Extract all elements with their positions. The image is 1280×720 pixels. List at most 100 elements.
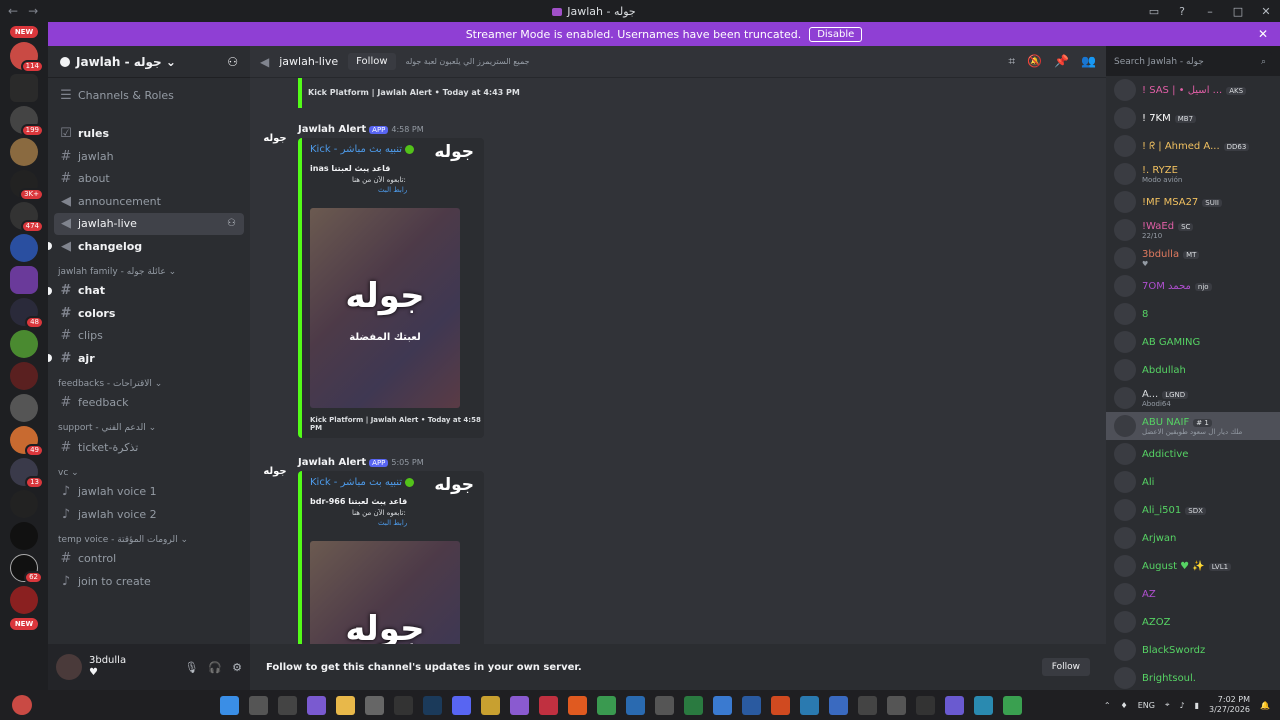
new-pill[interactable]: NEW [9, 618, 39, 630]
mute-icon[interactable]: 🔕 [1027, 54, 1042, 69]
network-icon[interactable]: ⌖ [1165, 700, 1170, 710]
voice-channel-1[interactable]: ♪ jawlah voice 1 [54, 481, 244, 504]
inbox-icon[interactable]: ▭ [1140, 5, 1168, 18]
category-family[interactable]: jawlah family - عائلة جوله ⌄ [48, 258, 250, 280]
author-name[interactable]: Jawlah Alert [298, 124, 366, 135]
app-icon[interactable] [655, 695, 674, 715]
member-item[interactable]: Addictive [1106, 440, 1280, 468]
store-icon[interactable] [742, 695, 761, 715]
file-explorer-icon[interactable] [336, 695, 355, 715]
avatar[interactable] [1114, 527, 1136, 549]
channel-about[interactable]: # about [54, 168, 244, 191]
avatar[interactable] [1114, 555, 1136, 577]
channel-feedback[interactable]: # feedback [54, 392, 244, 415]
copilot-icon[interactable] [307, 695, 326, 715]
member-item[interactable]: AZOZ [1106, 608, 1280, 636]
app-icon[interactable] [974, 695, 993, 715]
member-item[interactable]: 7OM محمد njo [1106, 272, 1280, 300]
avatar[interactable] [1114, 107, 1136, 129]
channel-colors[interactable]: # colors [54, 302, 244, 325]
app-icon[interactable] [916, 695, 935, 715]
add-member-icon[interactable]: ⚇ [227, 218, 236, 229]
start-icon[interactable] [220, 695, 239, 715]
server-icon[interactable] [10, 234, 38, 262]
avatar[interactable] [1114, 191, 1136, 213]
follow-button[interactable]: Follow [348, 53, 396, 70]
avatar[interactable] [1114, 415, 1136, 437]
server-icon[interactable] [10, 74, 38, 102]
chevron-up-icon[interactable]: ⌃ [1104, 701, 1111, 710]
brave-icon[interactable] [568, 695, 587, 715]
task-view-icon[interactable] [278, 695, 297, 715]
channel-announcement[interactable]: ◀ announcement [54, 190, 244, 213]
gear-icon[interactable]: ⚙ [232, 661, 242, 674]
follow-bar-button[interactable]: Follow [1041, 658, 1090, 676]
app-icon[interactable] [510, 695, 529, 715]
avatar[interactable] [1114, 611, 1136, 633]
excel-icon[interactable] [684, 695, 703, 715]
channel-changelog[interactable]: ◀ changelog [48, 235, 244, 258]
member-item[interactable]: A... LGND Abodi64 [1106, 384, 1280, 412]
notification-icon[interactable]: 🔔 [1260, 701, 1270, 710]
voice-channel-2[interactable]: ♪ jawlah voice 2 [54, 503, 244, 526]
app-icon[interactable] [858, 695, 877, 715]
avatar[interactable] [1114, 219, 1136, 241]
member-item[interactable]: !MF MSA27 SUII [1106, 188, 1280, 216]
channel-clips[interactable]: # clips [54, 325, 244, 348]
channel-ticket[interactable]: # ticket-تذكرة [54, 436, 244, 459]
member-item[interactable]: Ali_i501 SDX [1106, 496, 1280, 524]
server-icon[interactable] [10, 522, 38, 550]
app-icon[interactable] [945, 695, 964, 715]
clock[interactable]: 7:02 PM 3/27/2026 [1209, 695, 1250, 715]
search-icon[interactable] [249, 695, 268, 715]
avatar[interactable] [1114, 163, 1136, 185]
server-icon[interactable] [10, 490, 38, 518]
pin-icon[interactable]: 📌 [1054, 54, 1069, 69]
chrome-icon[interactable] [597, 695, 616, 715]
app-icon[interactable] [481, 695, 500, 715]
new-pill[interactable]: NEW [9, 26, 39, 38]
stream-link[interactable]: رابط البث [378, 186, 407, 194]
server-icon[interactable]: 199 [10, 106, 44, 137]
avatar[interactable] [1114, 135, 1136, 157]
member-item[interactable]: ABU NAIF # 1 ملك ديار ال سعود طوبقين الاعض… [1106, 412, 1280, 440]
avatar[interactable] [1114, 471, 1136, 493]
notepad-icon[interactable] [829, 695, 848, 715]
app-icon[interactable] [394, 695, 413, 715]
maximize-button[interactable]: □ [1224, 5, 1252, 18]
embed-title[interactable]: Kick - تنبيه بث مباشر [310, 477, 415, 488]
channel-ajr[interactable]: # ajr [48, 347, 244, 370]
avatar[interactable] [1114, 247, 1136, 269]
member-item[interactable]: ! ᖇ | Ahmed A... DD63 [1106, 132, 1280, 160]
avatar[interactable] [56, 654, 82, 680]
member-item[interactable]: August ♥ ✨ LVL1 [1106, 552, 1280, 580]
member-item[interactable]: Arjwan [1106, 524, 1280, 552]
stream-link[interactable]: رابط البث [378, 519, 407, 527]
app-icon[interactable] [626, 695, 645, 715]
embed-image[interactable]: جوله لعبتك المفضلة [310, 208, 460, 408]
avatar[interactable] [1114, 443, 1136, 465]
discord-icon[interactable] [452, 695, 471, 715]
channel-chat[interactable]: # chat [48, 280, 244, 303]
settings-icon[interactable] [365, 695, 384, 715]
category-support[interactable]: support - الدعم الفني ⌄ [48, 414, 250, 436]
channel-rules[interactable]: ☑ rules [54, 123, 244, 146]
help-icon[interactable]: ? [1168, 5, 1196, 18]
avatar[interactable] [1114, 359, 1136, 381]
nvidia-icon[interactable] [1003, 695, 1022, 715]
voice-channel-join[interactable]: ♪ join to create [54, 570, 244, 593]
channel-control[interactable]: # control [54, 548, 244, 571]
disable-button[interactable]: Disable [809, 26, 863, 42]
avatar[interactable] [1114, 79, 1136, 101]
category-vc[interactable]: vc ⌄ [48, 459, 250, 481]
minimize-button[interactable]: – [1196, 5, 1224, 18]
back-arrow-icon[interactable]: ← [8, 4, 18, 18]
member-list-icon[interactable]: 👥 [1081, 54, 1096, 69]
author-name[interactable]: Jawlah Alert [298, 457, 366, 468]
server-icon[interactable]: 62 [10, 554, 43, 584]
server-icon[interactable] [10, 138, 38, 166]
avatar[interactable] [1114, 331, 1136, 353]
avatar[interactable] [1114, 275, 1136, 297]
battery-icon[interactable]: ▮ [1195, 701, 1199, 710]
server-icon[interactable]: 3K+ [10, 170, 44, 201]
